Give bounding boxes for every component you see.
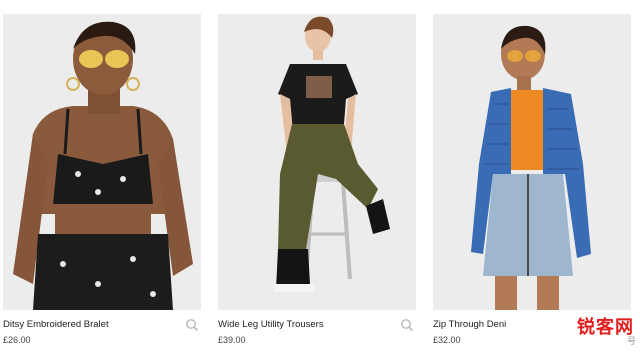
product-name[interactable]: Wide Leg Utility Trousers: [218, 319, 324, 330]
product-name[interactable]: Zip Through Deni: [433, 319, 506, 330]
product-price: £39.00: [218, 335, 246, 345]
product-image-denim-skirt[interactable]: [433, 14, 631, 310]
product-card-bralet[interactable]: Ditsy Embroidered Bralet £26.00: [3, 14, 201, 345]
product-info: Wide Leg Utility Trousers £39.00: [218, 318, 416, 345]
product-card-trousers[interactable]: Wide Leg Utility Trousers £39.00: [218, 14, 416, 345]
magnifier-icon[interactable]: [400, 318, 414, 332]
product-image-bralet[interactable]: [3, 14, 201, 310]
watermark-logo: 锐客网 号: [577, 313, 636, 346]
product-name[interactable]: Ditsy Embroidered Bralet: [3, 319, 109, 330]
product-image-trousers[interactable]: [218, 14, 416, 310]
product-card-denim-skirt[interactable]: Zip Through Deni £32.00: [433, 14, 631, 345]
magnifier-icon[interactable]: [185, 318, 199, 332]
product-info: Ditsy Embroidered Bralet £26.00: [3, 318, 201, 345]
product-grid: Ditsy Embroidered Bralet £26.00 Wide Leg…: [0, 0, 640, 353]
watermark-text: 锐客网: [577, 317, 634, 338]
product-price: £32.00: [433, 335, 461, 345]
watermark-subtext: 号: [626, 336, 636, 346]
product-price: £26.00: [3, 335, 31, 345]
